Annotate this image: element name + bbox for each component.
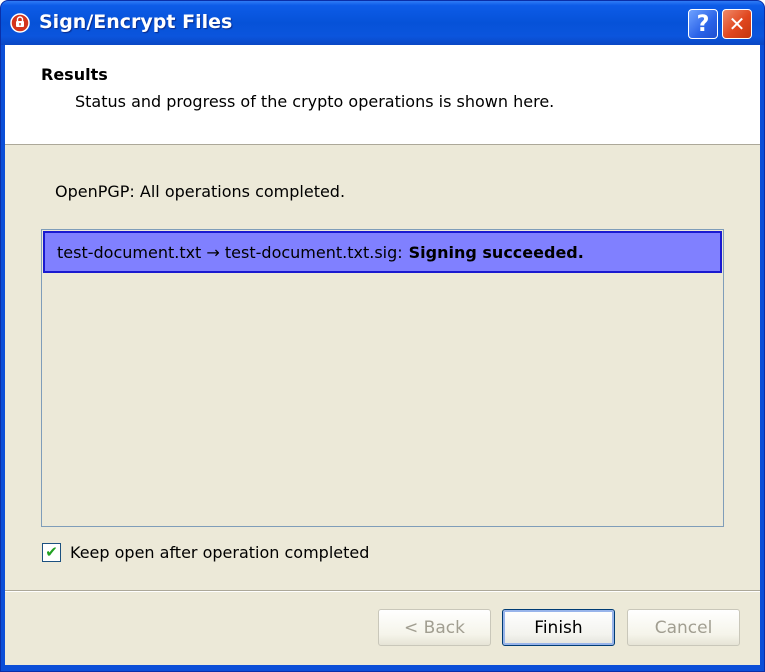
page-title: Results — [41, 65, 108, 84]
help-icon: ? — [696, 11, 710, 37]
check-mark-icon: ✔ — [45, 543, 58, 561]
result-status: Signing succeeded. — [408, 242, 584, 262]
result-row[interactable]: test-document.txt → test-document.txt.si… — [43, 231, 722, 273]
kleopatra-app-icon — [10, 13, 30, 33]
close-icon: ✕ — [728, 12, 746, 36]
close-button[interactable]: ✕ — [722, 9, 752, 39]
window-title: Sign/Encrypt Files — [39, 11, 233, 33]
button-separator — [5, 590, 760, 592]
wizard-header: Results Status and progress of the crypt… — [5, 45, 760, 145]
finish-button[interactable]: Finish — [502, 609, 615, 646]
back-button[interactable]: < Back — [378, 609, 491, 646]
status-label: OpenPGP: All operations completed. — [55, 182, 346, 201]
dialog-window: Sign/Encrypt Files ? ✕ Results Status an… — [0, 0, 765, 672]
cancel-button[interactable]: Cancel — [627, 609, 740, 646]
result-file-mapping: test-document.txt → test-document.txt.si… — [57, 242, 403, 262]
results-list[interactable]: test-document.txt → test-document.txt.si… — [41, 229, 724, 527]
keep-open-label[interactable]: Keep open after operation completed — [70, 543, 369, 562]
dialog-client-area: Results Status and progress of the crypt… — [5, 45, 760, 665]
title-bar[interactable]: Sign/Encrypt Files ? ✕ — [1, 1, 764, 45]
keep-open-checkbox[interactable]: ✔ — [42, 543, 61, 562]
help-button[interactable]: ? — [688, 9, 718, 39]
page-subtitle: Status and progress of the crypto operat… — [75, 92, 555, 111]
